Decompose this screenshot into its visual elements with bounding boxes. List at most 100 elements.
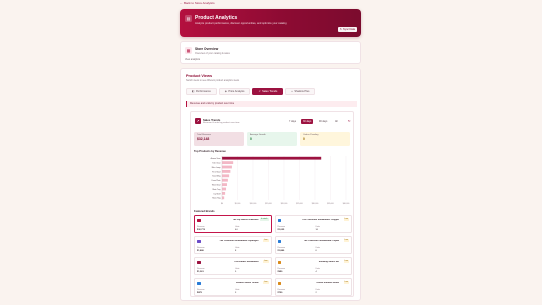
product-name: The Collection Snowboard: Oxygen: [302, 218, 339, 221]
stat-average-growth: Average Growth 0: [247, 132, 297, 146]
hero-header: ▤ Product Analytics Analyze product perf…: [180, 9, 361, 37]
plus-icon: +: [291, 90, 293, 93]
bar[interactable]: [222, 196, 225, 200]
sync-data-button[interactable]: ↻ Sync Data: [337, 27, 357, 32]
store-icon: ▦: [185, 47, 192, 54]
product-name: The Hidden Snowboard: [234, 260, 259, 263]
bar[interactable]: [222, 174, 230, 178]
range-all[interactable]: All: [333, 119, 340, 124]
overview-subtitle: Overview of your catalog & sales: [195, 52, 230, 55]
product-name: The Collection Snowboard: Hydrogen: [219, 239, 259, 242]
view-analytics-link[interactable]: View analytics: [185, 58, 200, 61]
bar[interactable]: [222, 187, 227, 191]
product-card[interactable]: The Hidden Snowboard Low Revenue $1,361 Unit…: [194, 257, 272, 275]
revenue-bar-chart: $0 $5,000 $10,000 $15,000 $20,000 $25,000 $30,…: [211, 156, 350, 205]
arrow-left-icon: ←: [180, 1, 183, 5]
chart-icon: ▤: [185, 15, 192, 22]
store-overview-card: ▦ Store Overview Overview of your catalo…: [180, 41, 361, 64]
stock-badge: Low: [263, 281, 269, 284]
x-tick-label: $5,000: [235, 203, 241, 205]
stat-value: 0: [250, 137, 252, 141]
refresh-icon[interactable]: ↻: [348, 119, 351, 123]
featured-products-grid: The Lip Saffire Guardeck In stock Revenue $…: [194, 215, 352, 296]
metric-label: Revenue: [277, 289, 286, 291]
product-card[interactable]: The Collection Snowboard: Oxygen Low Reven…: [274, 215, 352, 233]
product-name: Leather Stools Yellow: [235, 281, 259, 284]
x-tick-label: $35,000: [327, 203, 334, 205]
stat-orders-pending: Orders Pending 0: [300, 132, 350, 146]
back-link-label: Back to Store Analytics: [184, 1, 215, 5]
info-banner: Revenue and units by product over time: [186, 101, 357, 107]
tab-performance[interactable]: ◧ Performance: [186, 88, 217, 95]
bar[interactable]: [222, 161, 234, 165]
y-tick-label: Wren Bowl: [212, 184, 221, 186]
metric-label: Units: [315, 247, 320, 249]
product-card[interactable]: The Collection Snowboard: Hydrogen Low Rev…: [194, 236, 272, 254]
product-name: The Lip Saffire Guardeck: [232, 218, 259, 221]
stat-value: 0: [303, 137, 305, 141]
y-tick-label: Tide Chair: [212, 162, 221, 164]
product-icon: [197, 260, 201, 264]
page-root: ← Back to Store Analytics ▤ Product Anal…: [0, 0, 542, 305]
tab-label: Shadow Plus: [294, 90, 310, 93]
x-tick-label: $25,000: [296, 203, 303, 205]
bar[interactable]: [222, 165, 232, 169]
bar[interactable]: [222, 178, 228, 182]
metric-value: $875: [197, 292, 202, 294]
range-90-days[interactable]: 90 days: [317, 119, 329, 124]
tab-label: Performance: [195, 90, 211, 93]
metric-value: $950: [277, 271, 283, 273]
product-icon: [197, 218, 201, 222]
product-name: The Collection Snowboard: Liquid: [303, 239, 339, 242]
featured-title: Featured Brands: [194, 210, 215, 213]
metric-label: Units: [235, 247, 240, 249]
product-name: Ocean Summer White: [316, 281, 339, 284]
product-card[interactable]: Leather Stools Yellow Low Revenue $875 Units…: [194, 278, 272, 296]
back-link[interactable]: ← Back to Store Analytics: [180, 1, 215, 5]
product-card[interactable]: Snowing Shoes Set Low Revenue $950 Units 4: [274, 257, 352, 275]
tab-shadow-plus[interactable]: + Shadow Plus: [285, 88, 316, 95]
metric-label: Revenue: [197, 247, 205, 249]
section-subtitle: Switch views to see different product an…: [186, 80, 240, 82]
product-card[interactable]: The Collection Snowboard: Liquid Low Reven…: [274, 236, 352, 254]
y-tick-label: Aurora Vase: [211, 157, 221, 160]
product-icon: [277, 281, 281, 285]
trend-icon: ↗: [258, 90, 261, 93]
stat-label: Average Growth: [250, 134, 266, 136]
y-tick-label: Dune Plate: [212, 179, 221, 182]
bar[interactable]: [222, 183, 227, 187]
range-7-days[interactable]: 7 days: [287, 119, 298, 124]
x-tick-label: $10,000: [250, 203, 257, 205]
product-card[interactable]: The Lip Saffire Guardeck In stock Revenue $…: [194, 215, 272, 233]
stat-value: $32,148: [197, 137, 210, 141]
tab-label: Price Analysis: [228, 90, 245, 93]
x-tick-label: $40,000: [343, 203, 350, 205]
stat-total-revenue: Total Revenue $32,148: [194, 132, 244, 146]
range-30-days[interactable]: 30 days: [301, 119, 314, 124]
metric-value: $1,880: [277, 250, 285, 252]
metric-value: 3: [235, 292, 237, 294]
metric-label: Units: [235, 226, 240, 228]
y-tick-label: Mica Lamp: [212, 167, 221, 169]
y-tick-label: Moss Rug: [212, 198, 220, 200]
product-card[interactable]: Ocean Summer White Low Revenue $720 Units 2: [274, 278, 352, 296]
product-name: Snowing Shoes Set: [318, 260, 339, 263]
view-tabs: ◧ Performance ◈ Price Analysis ↗ Sales Tren…: [186, 88, 357, 96]
bar[interactable]: [222, 156, 322, 160]
sales-trends-panel: ↗ Sales Trends Revenue & units by produc…: [190, 111, 354, 297]
y-tick-label: Slate Tray: [212, 188, 220, 191]
x-tick-label: $20,000: [281, 203, 288, 205]
bar[interactable]: [222, 191, 226, 195]
tab-sales-trends[interactable]: ↗ Sales Trends: [252, 88, 284, 95]
product-icon: [277, 260, 281, 264]
refresh-icon: ↻: [339, 28, 343, 31]
metric-label: Units: [315, 268, 320, 270]
bar[interactable]: [222, 169, 231, 173]
stock-badge: Low: [343, 260, 349, 263]
tab-price-analysis[interactable]: ◈ Price Analysis: [218, 88, 251, 95]
metric-value: 10: [315, 229, 318, 231]
metric-value: $1,025: [277, 229, 285, 231]
stock-badge: In stock: [259, 218, 269, 221]
metric-label: Units: [235, 268, 240, 270]
stock-badge: Low: [263, 260, 269, 263]
